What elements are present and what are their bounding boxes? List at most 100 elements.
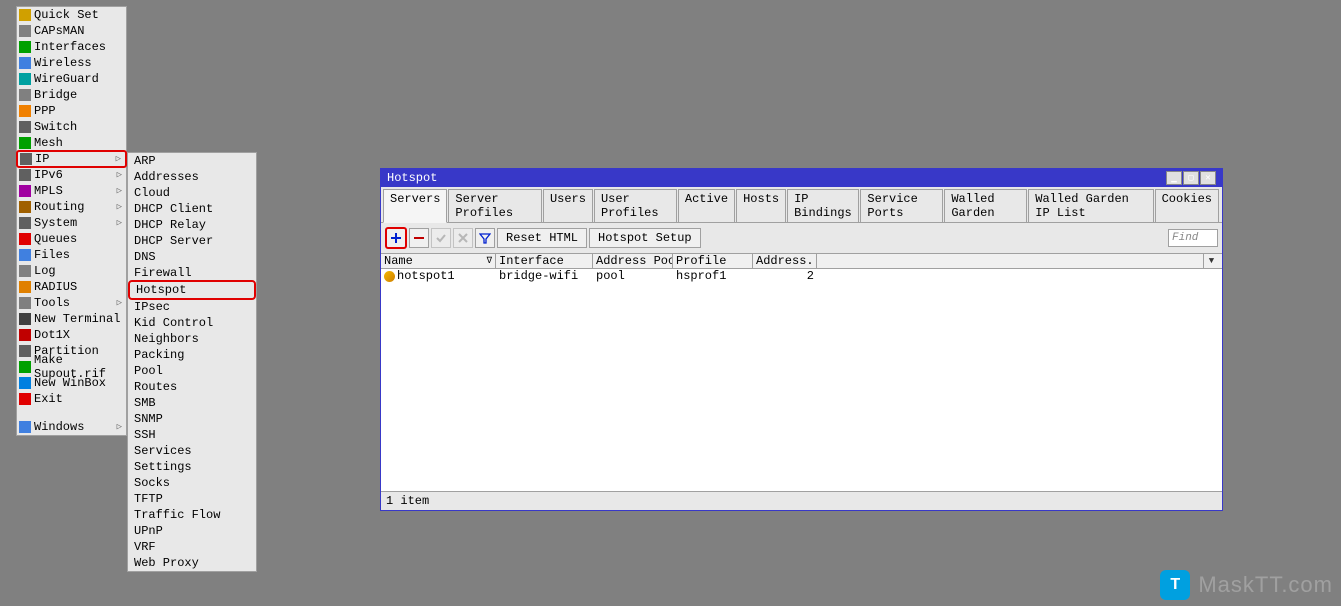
submenu-item-smb[interactable]: SMB — [128, 395, 256, 411]
tab-cookies[interactable]: Cookies — [1155, 189, 1219, 222]
sidebar-item-capsman[interactable]: CAPsMAN — [17, 23, 126, 39]
find-input[interactable]: Find — [1168, 229, 1218, 247]
sidebar-item-system[interactable]: System▷ — [17, 215, 126, 231]
disable-button[interactable] — [453, 228, 473, 248]
submenu-item-arp[interactable]: ARP — [128, 153, 256, 169]
sidebar-item-queues[interactable]: Queues — [17, 231, 126, 247]
sidebar-item-label: Switch — [34, 120, 77, 134]
submenu-item-neighbors[interactable]: Neighbors — [128, 331, 256, 347]
sidebar-item-label: Windows — [34, 420, 84, 434]
submenu-item-settings[interactable]: Settings — [128, 459, 256, 475]
sidebar-item-ppp[interactable]: PPP — [17, 103, 126, 119]
sidebar-item-label: Files — [34, 248, 70, 262]
submenu-item-routes[interactable]: Routes — [128, 379, 256, 395]
sidebar-item-wireless[interactable]: Wireless — [17, 55, 126, 71]
shield-icon — [19, 25, 31, 37]
hotspot-setup-button[interactable]: Hotspot Setup — [589, 228, 701, 248]
column-address[interactable]: Address... — [753, 254, 817, 268]
enable-button[interactable] — [431, 228, 451, 248]
submenu-item-socks[interactable]: Socks — [128, 475, 256, 491]
sidebar-item-ip[interactable]: IP▷ — [16, 150, 127, 168]
grid-body[interactable]: hotspot1 bridge-wifi pool hsprof1 2 — [381, 269, 1222, 491]
sidebar-item-mpls[interactable]: MPLS▷ — [17, 183, 126, 199]
sidebar-item-mesh[interactable]: Mesh — [17, 135, 126, 151]
submenu-item-ipsec[interactable]: IPsec — [128, 299, 256, 315]
submenu-item-dhcp-client[interactable]: DHCP Client — [128, 201, 256, 217]
column-interface[interactable]: Interface — [496, 254, 593, 268]
sidebar-item-routing[interactable]: Routing▷ — [17, 199, 126, 215]
submenu-item-dhcp-relay[interactable]: DHCP Relay — [128, 217, 256, 233]
tab-user-profiles[interactable]: User Profiles — [594, 189, 677, 222]
sidebar-item-log[interactable]: Log — [17, 263, 126, 279]
wand-icon — [19, 9, 31, 21]
close-button[interactable]: ✕ — [1200, 171, 1216, 185]
submenu-item-traffic-flow[interactable]: Traffic Flow — [128, 507, 256, 523]
tab-users[interactable]: Users — [543, 189, 593, 222]
mpls-icon — [19, 185, 31, 197]
column-profile[interactable]: Profile — [673, 254, 753, 268]
submenu-item-addresses[interactable]: Addresses — [128, 169, 256, 185]
tab-servers[interactable]: Servers — [383, 189, 447, 223]
submenu-item-dns[interactable]: DNS — [128, 249, 256, 265]
column-address-pool[interactable]: Address Pool — [593, 254, 673, 268]
tab-server-profiles[interactable]: Server Profiles — [448, 189, 542, 222]
hotspot-icon — [384, 271, 395, 282]
submenu-item-pool[interactable]: Pool — [128, 363, 256, 379]
sidebar-item-label: IP — [35, 152, 49, 166]
sidebar-item-interfaces[interactable]: Interfaces — [17, 39, 126, 55]
ip-icon — [20, 153, 32, 165]
minimize-button[interactable]: ▁ — [1166, 171, 1182, 185]
submenu-item-dhcp-server[interactable]: DHCP Server — [128, 233, 256, 249]
reset-html-button[interactable]: Reset HTML — [497, 228, 587, 248]
tab-walled-garden[interactable]: Walled Garden — [944, 189, 1027, 222]
tab-active[interactable]: Active — [678, 189, 735, 222]
submenu-item-upnp[interactable]: UPnP — [128, 523, 256, 539]
tab-walled-garden-ip-list[interactable]: Walled Garden IP List — [1028, 189, 1153, 222]
tab-hosts[interactable]: Hosts — [736, 189, 786, 222]
columns-dropdown[interactable]: ▼ — [1203, 254, 1219, 268]
table-row[interactable]: hotspot1 bridge-wifi pool hsprof1 2 — [381, 269, 1222, 283]
remove-button[interactable] — [409, 228, 429, 248]
submenu-item-snmp[interactable]: SNMP — [128, 411, 256, 427]
submenu-item-tftp[interactable]: TFTP — [128, 491, 256, 507]
submenu-item-services[interactable]: Services — [128, 443, 256, 459]
sidebar-item-wireguard[interactable]: WireGuard — [17, 71, 126, 87]
sidebar-item-tools[interactable]: Tools▷ — [17, 295, 126, 311]
submenu-arrow-icon: ▷ — [117, 218, 124, 228]
sidebar-item-label: Quick Set — [34, 8, 99, 22]
dialog-titlebar[interactable]: Hotspot ▁ ▢ ✕ — [381, 169, 1222, 187]
sidebar-item-dot1x[interactable]: Dot1X — [17, 327, 126, 343]
sidebar-item-bridge[interactable]: Bridge — [17, 87, 126, 103]
sidebar-item-radius[interactable]: RADIUS — [17, 279, 126, 295]
dot-icon — [19, 329, 31, 341]
sidebar-item-quick-set[interactable]: Quick Set — [17, 7, 126, 23]
sidebar-item-label: Wireless — [34, 56, 92, 70]
tab-ip-bindings[interactable]: IP Bindings — [787, 189, 859, 222]
sidebar-item-switch[interactable]: Switch — [17, 119, 126, 135]
sidebar-item-new-terminal[interactable]: New Terminal — [17, 311, 126, 327]
submenu-arrow-icon: ▷ — [117, 298, 124, 308]
sidebar-item-exit[interactable]: Exit — [17, 391, 126, 407]
submenu-item-vrf[interactable]: VRF — [128, 539, 256, 555]
column-name[interactable]: Name∇ — [381, 254, 496, 268]
submenu-arrow-icon: ▷ — [117, 202, 124, 212]
supout-icon — [19, 361, 31, 373]
sidebar-item-make-supout-rif[interactable]: Make Supout.rif — [17, 359, 126, 375]
sidebar-item-windows[interactable]: Windows▷ — [17, 419, 126, 435]
tab-service-ports[interactable]: Service Ports — [860, 189, 943, 222]
windows-icon — [19, 421, 31, 433]
filter-button[interactable] — [475, 228, 495, 248]
submenu-item-cloud[interactable]: Cloud — [128, 185, 256, 201]
submenu-item-hotspot[interactable]: Hotspot — [128, 280, 256, 300]
sidebar-item-files[interactable]: Files — [17, 247, 126, 263]
maximize-button[interactable]: ▢ — [1183, 171, 1199, 185]
submenu-item-kid-control[interactable]: Kid Control — [128, 315, 256, 331]
submenu-item-web-proxy[interactable]: Web Proxy — [128, 555, 256, 571]
submenu-item-firewall[interactable]: Firewall — [128, 265, 256, 281]
sidebar-item-label: Dot1X — [34, 328, 70, 342]
sidebar-item-label: WireGuard — [34, 72, 99, 86]
sidebar-item-ipv6[interactable]: IPv6▷ — [17, 167, 126, 183]
submenu-item-packing[interactable]: Packing — [128, 347, 256, 363]
submenu-item-ssh[interactable]: SSH — [128, 427, 256, 443]
add-button[interactable] — [385, 227, 407, 249]
